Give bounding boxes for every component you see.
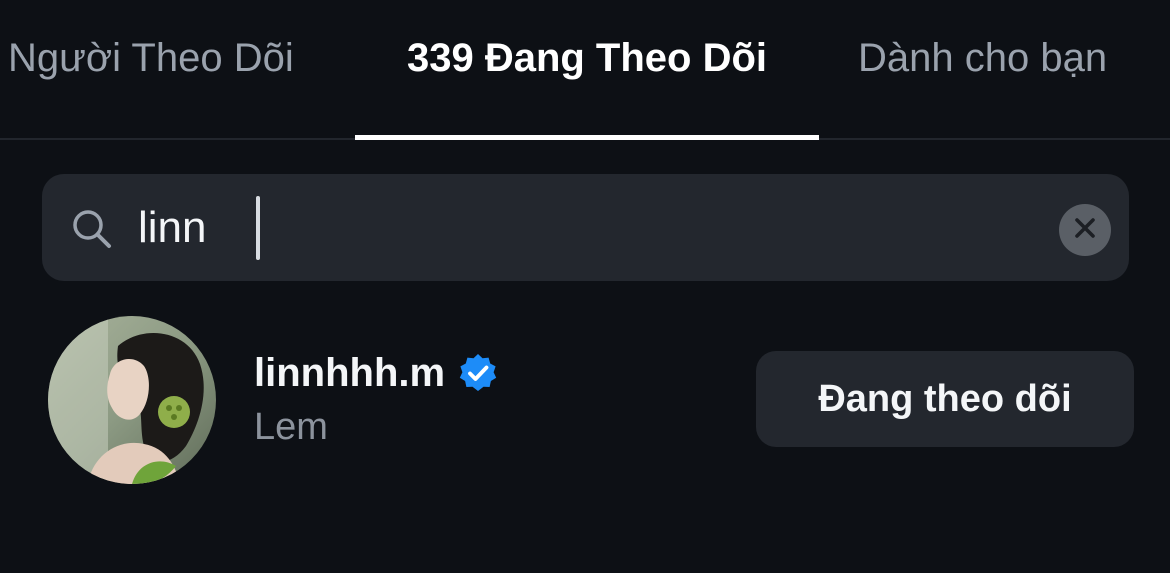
active-tab-indicator <box>355 135 819 140</box>
username-line: linnhhh.m <box>254 348 499 398</box>
list-item[interactable]: linnhhh.m Lem Đang theo dõi <box>0 310 1170 490</box>
tab-followers-label: Người Theo Dõi <box>8 35 294 80</box>
search-input[interactable] <box>138 192 1018 264</box>
clear-search-button[interactable] <box>1059 204 1111 256</box>
username[interactable]: linnhhh.m <box>254 351 445 396</box>
following-button[interactable]: Đang theo dõi <box>756 351 1134 447</box>
close-icon <box>1073 216 1097 245</box>
tab-following[interactable]: 339 Đang Theo Dõi <box>355 0 819 140</box>
search-bar[interactable] <box>42 174 1129 281</box>
following-page: Người Theo Dõi 339 Đang Theo Dõi Dành ch… <box>0 0 1170 573</box>
tab-followers[interactable]: Người Theo Dõi <box>8 0 320 140</box>
tab-following-label: 339 Đang Theo Dõi <box>406 35 768 80</box>
full-name: Lem <box>254 406 328 448</box>
tab-bar: Người Theo Dõi 339 Đang Theo Dõi Dành ch… <box>0 0 1170 140</box>
search-icon <box>70 207 114 251</box>
text-caret <box>256 196 260 260</box>
tab-for-you-label: Dành cho bạn <box>858 35 1108 80</box>
avatar[interactable] <box>48 316 216 484</box>
verified-badge-icon <box>457 352 499 394</box>
tab-for-you[interactable]: Dành cho bạn <box>840 0 1170 140</box>
